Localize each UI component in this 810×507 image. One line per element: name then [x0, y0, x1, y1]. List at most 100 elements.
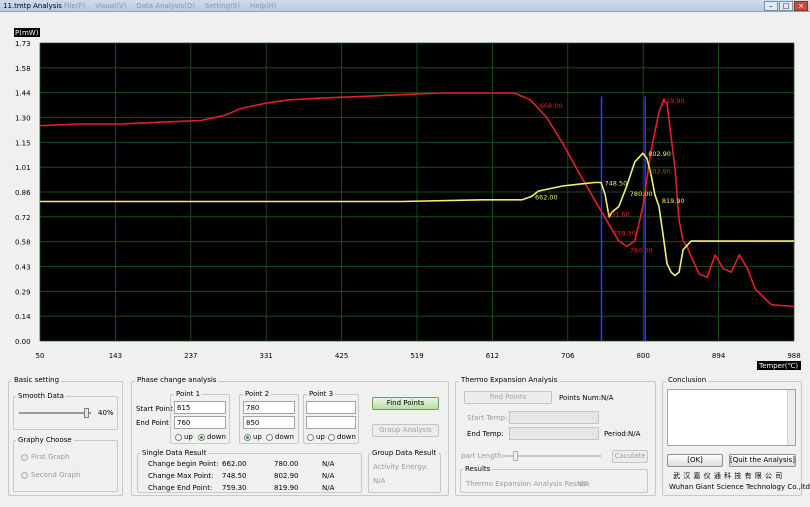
find-points-button[interactable]: Find Points	[372, 397, 439, 410]
calculate-button[interactable]: Caculate	[612, 450, 648, 463]
company-name-cn: 武 汉 嘉 仪 通 科 技 有 限 公 司	[673, 472, 783, 480]
point3-end-input[interactable]	[306, 416, 356, 429]
part-length-slider-thumb[interactable]	[513, 451, 518, 461]
thermo-result-value: N/A	[577, 480, 590, 488]
y-tick-label: 1.44	[15, 90, 31, 98]
smooth-slider-thumb[interactable]	[84, 408, 90, 418]
data-label: 668.00	[540, 102, 563, 110]
data-label: 780.00	[630, 190, 653, 198]
data-label: 751.60	[607, 211, 630, 219]
close-button[interactable]: ×	[794, 1, 808, 11]
point2-down-label: down	[275, 433, 294, 441]
ok-button[interactable]: [OK]	[667, 454, 723, 467]
x-tick-label: 519	[410, 352, 423, 360]
point3-down-label: down	[337, 433, 356, 441]
point2-up-radio[interactable]	[244, 434, 251, 441]
point1-up-label: up	[184, 433, 193, 441]
chart-area: 1.73 1.58 1.44 1.30 1.15 1.01 0.86 0.72 0.58 0.43…	[0, 12, 810, 370]
y-tick-label: 0.86	[15, 189, 31, 197]
menu-file[interactable]: File(F)	[62, 0, 87, 12]
data-label: 748.50	[604, 180, 627, 188]
conclusion-scrollbar[interactable]	[787, 390, 795, 445]
point2-up-label: up	[253, 433, 262, 441]
minimize-button[interactable]: –	[764, 1, 778, 11]
point3-up-radio[interactable]	[307, 434, 314, 441]
second-graph-radio[interactable]	[21, 472, 28, 479]
maximize-button[interactable]: □	[779, 1, 793, 11]
thermo-result-label: Thermo Expansion Analysis Result:	[466, 480, 589, 488]
result-point2-value: 780.00	[274, 460, 299, 468]
quit-analysis-button[interactable]: [Quit the Analysis]	[729, 454, 796, 467]
menu-data-analysis[interactable]: Data Analysis(D)	[134, 0, 197, 12]
thermo-results-title: Results	[463, 465, 493, 473]
menu-visual[interactable]: Visual(V)	[93, 0, 128, 12]
conclusion-textarea[interactable]	[667, 389, 796, 446]
x-tick-label: 237	[184, 352, 197, 360]
result-point2-value: 819.90	[274, 484, 299, 492]
result-row-label: Change End Point:	[148, 484, 213, 492]
thermo-expansion-title: Thermo Expansion Analysis	[459, 376, 560, 384]
x-tick-label: 331	[260, 352, 273, 360]
y-tick-label: 1.58	[15, 65, 31, 73]
result-point3-value: N/A	[322, 484, 335, 492]
point1-down-radio[interactable]	[198, 434, 205, 441]
x-axis-label: Temper(℃)	[758, 362, 798, 370]
period-label: Period:	[604, 430, 629, 438]
point1-up-radio[interactable]	[175, 434, 182, 441]
data-label: 819.90	[662, 197, 685, 205]
x-tick-label: 894	[712, 352, 726, 360]
single-data-result-title: Single Data Result	[140, 449, 209, 457]
start-point-label: Start Point	[136, 405, 173, 413]
data-label: 780.00	[630, 247, 653, 255]
data-label: 819.90	[662, 97, 685, 105]
y-tick-label: 0.58	[15, 239, 31, 247]
data-label: 759.30	[613, 229, 636, 237]
start-temp-input[interactable]	[509, 411, 599, 424]
menu-setting[interactable]: Setting(S)	[203, 0, 242, 12]
title-bar: 11.tmtp Analysis File(F) Visual(V) Data …	[0, 0, 810, 12]
point1-start-input[interactable]	[174, 401, 226, 414]
thermo-find-points-button[interactable]: find Points	[464, 391, 552, 404]
y-tick-label: 0.72	[15, 214, 31, 222]
y-tick-label: 1.30	[15, 115, 31, 123]
point2-end-input[interactable]	[243, 416, 295, 429]
y-tick-label: 0.43	[15, 264, 31, 272]
point3-down-radio[interactable]	[328, 434, 335, 441]
y-tick-label: 1.01	[15, 164, 31, 172]
points-num-value: N/A	[601, 394, 614, 402]
result-point1-value: 748.50	[222, 472, 247, 480]
end-temp-input[interactable]	[509, 427, 599, 440]
activity-energy-value: N/A	[373, 477, 386, 485]
company-name-en: Wuhan Giant Science Technology Co.,ltd	[669, 483, 810, 491]
menu-help[interactable]: Help(H)	[248, 0, 279, 12]
end-point-label: End Point	[136, 419, 169, 427]
result-point3-value: N/A	[322, 472, 335, 480]
x-tick-label: 988	[787, 352, 800, 360]
y-tick-label: 0.14	[15, 313, 31, 321]
chart-svg: 1.73 1.58 1.44 1.30 1.15 1.01 0.86 0.72 0.58 0.43…	[14, 28, 801, 370]
data-label: 662.00	[535, 193, 558, 201]
result-point2-value: 802.90	[274, 472, 299, 480]
graphy-choose-title: Graphy Choose	[16, 436, 74, 444]
start-temp-label: Start Temp:	[467, 414, 508, 422]
result-row-label: Change Max Point:	[148, 472, 214, 480]
data-label: 802.90	[648, 167, 671, 175]
point3-start-input[interactable]	[306, 401, 356, 414]
first-graph-radio[interactable]	[21, 454, 28, 461]
point1-title: Point 1	[174, 390, 203, 398]
x-tick-label: 706	[561, 352, 575, 360]
result-point3-value: N/A	[322, 460, 335, 468]
second-graph-label: Second Graph	[31, 471, 81, 479]
point1-end-input[interactable]	[174, 416, 226, 429]
smooth-data-title: Smooth Data	[16, 392, 66, 400]
point2-start-input[interactable]	[243, 401, 295, 414]
smooth-slider-track[interactable]	[19, 412, 91, 414]
point2-down-radio[interactable]	[266, 434, 273, 441]
group-data-result-group	[368, 453, 441, 493]
menu-bar: File(F) Visual(V) Data Analysis(D) Setti…	[62, 0, 279, 12]
activity-energy-label: Activity Energy:	[373, 463, 428, 471]
result-point1-value: 759.30	[222, 484, 247, 492]
result-row-label: Change begin Point:	[148, 460, 219, 468]
basic-setting-title: Basic setting	[12, 376, 62, 384]
group-analysis-button[interactable]: Group Analysis	[372, 424, 439, 437]
